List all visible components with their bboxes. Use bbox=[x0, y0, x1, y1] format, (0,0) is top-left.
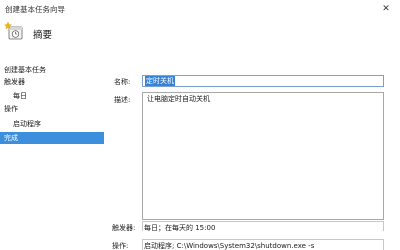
description-field[interactable]: 让电脑定时自动关机 bbox=[142, 92, 384, 220]
wizard-header: 摘要 bbox=[0, 18, 400, 60]
trigger-label: 触发器: bbox=[112, 224, 136, 232]
action-value: 启动程序; C:\Windows\System32\shutdown.exe -… bbox=[144, 242, 315, 250]
page-title: 摘要 bbox=[33, 30, 53, 41]
step-action[interactable]: 操作 bbox=[0, 103, 104, 115]
name-value: 定时关机 bbox=[145, 76, 175, 86]
step-create-basic-task[interactable]: 创建基本任务 bbox=[0, 64, 104, 76]
description-label: 描述: bbox=[114, 96, 131, 104]
task-wizard-icon bbox=[4, 21, 23, 40]
window-title: 创建基本任务向导 bbox=[5, 5, 65, 14]
name-label: 名称: bbox=[114, 78, 131, 86]
name-field[interactable]: 定时关机 bbox=[142, 75, 384, 87]
action-label: 操作: bbox=[112, 242, 129, 250]
close-icon: ✕ bbox=[382, 4, 390, 14]
summary-panel: 名称: 定时关机 描述: 让电脑定时自动关机 触发器: 每日；在每天的 15:0… bbox=[110, 62, 400, 250]
title-bar: 创建基本任务向导 ✕ bbox=[0, 0, 400, 18]
step-start-program[interactable]: 启动程序 bbox=[0, 118, 104, 130]
trigger-value: 每日；在每天的 15:00 bbox=[144, 224, 216, 232]
step-trigger[interactable]: 触发器 bbox=[0, 76, 104, 88]
step-finish[interactable]: 完成 bbox=[0, 132, 104, 144]
step-daily[interactable]: 每日 bbox=[0, 90, 104, 102]
close-button[interactable]: ✕ bbox=[372, 0, 400, 18]
wizard-steps-sidebar: 创建基本任务 触发器 每日 操作 启动程序 完成 bbox=[0, 62, 104, 250]
